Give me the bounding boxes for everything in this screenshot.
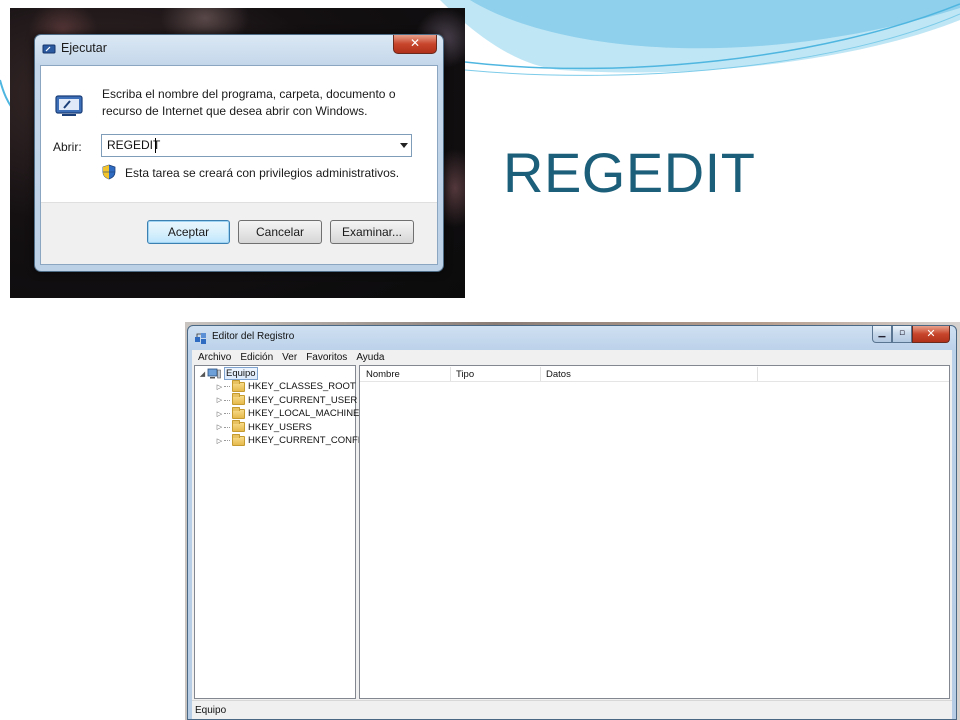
tree-connector xyxy=(224,426,230,428)
folder-icon xyxy=(232,393,245,405)
run-dialog-title: Ejecutar xyxy=(61,41,107,55)
open-input-value[interactable]: REGEDIT xyxy=(107,138,160,152)
run-icon xyxy=(42,44,56,54)
slide-title: REGEDIT xyxy=(503,141,756,204)
column-nombre[interactable]: Nombre xyxy=(366,369,400,380)
menu-archivo[interactable]: Archivo xyxy=(192,352,236,363)
collapsed-triangle-icon[interactable]: ▷ xyxy=(215,423,224,431)
close-icon[interactable]: ✕ xyxy=(393,35,437,54)
caption-buttons: ▁ ▫ ✕ xyxy=(872,326,950,343)
column-separator[interactable] xyxy=(540,367,541,381)
values-column-header: Nombre Tipo Datos xyxy=(360,366,949,382)
tree-key-label[interactable]: HKEY_USERS xyxy=(248,422,312,433)
menu-ver[interactable]: Ver xyxy=(278,352,302,363)
run-dialog-screenshot: Ejecutar ✕ Escriba el nombre del program… xyxy=(10,8,465,298)
registry-client-area: ◢ Equipo ▷ HKEY_CLASSES_ROOT ▷ HKEY_CURR… xyxy=(192,365,952,719)
tree-node-hkcu[interactable]: ▷ HKEY_CURRENT_USER xyxy=(215,393,357,407)
chevron-down-icon[interactable] xyxy=(400,143,408,148)
registry-editor-window: Editor del Registro ▁ ▫ ✕ Archivo Edició… xyxy=(187,325,957,720)
tree-node-hklm[interactable]: ▷ HKEY_LOCAL_MACHINE xyxy=(215,406,359,420)
tree-root-label[interactable]: Equipo xyxy=(224,367,258,380)
registry-titlebar[interactable]: Editor del Registro ▁ ▫ ✕ xyxy=(188,326,956,348)
tree-node-hku[interactable]: ▷ HKEY_USERS xyxy=(215,420,312,434)
collapsed-triangle-icon[interactable]: ▷ xyxy=(215,396,224,404)
expanded-triangle-icon[interactable]: ◢ xyxy=(198,370,207,378)
uac-shield-icon xyxy=(102,164,116,180)
column-tipo[interactable]: Tipo xyxy=(456,369,474,380)
folder-icon xyxy=(232,433,245,446)
folder-icon xyxy=(232,406,245,419)
status-bar: Equipo xyxy=(192,700,952,719)
run-description: Escriba el nombre del programa, carpeta,… xyxy=(102,87,396,118)
collapsed-triangle-icon[interactable]: ▷ xyxy=(215,410,224,418)
folder-icon xyxy=(232,379,245,392)
run-dialog-footer: Aceptar Cancelar Examinar... xyxy=(41,202,437,264)
tree-key-label[interactable]: HKEY_LOCAL_MACHINE xyxy=(248,408,359,419)
ok-button[interactable]: Aceptar xyxy=(147,220,230,244)
run-icon xyxy=(55,95,83,116)
computer-icon xyxy=(207,368,221,379)
tree-node-hkcc[interactable]: ▷ HKEY_CURRENT_CONFIG xyxy=(215,433,368,447)
menu-bar: Archivo Edición Ver Favoritos Ayuda xyxy=(192,350,952,365)
tree-key-label[interactable]: HKEY_CLASSES_ROOT xyxy=(248,381,356,392)
menu-edicion[interactable]: Edición xyxy=(236,352,278,363)
close-icon[interactable]: ✕ xyxy=(912,326,950,343)
tree-connector xyxy=(224,440,230,441)
browse-button[interactable]: Examinar... xyxy=(330,220,414,244)
open-combobox[interactable]: REGEDIT xyxy=(101,134,412,157)
collapsed-triangle-icon[interactable]: ▷ xyxy=(215,437,224,445)
collapsed-triangle-icon[interactable]: ▷ xyxy=(215,383,224,391)
menu-favoritos[interactable]: Favoritos xyxy=(302,352,352,363)
run-titlebar[interactable]: Ejecutar ✕ xyxy=(35,35,443,63)
tree-node-hkcr[interactable]: ▷ HKEY_CLASSES_ROOT xyxy=(215,379,356,393)
tree-key-label[interactable]: HKEY_CURRENT_CONFIG xyxy=(248,435,368,446)
minimize-icon[interactable]: ▁ xyxy=(872,326,892,343)
run-dialog: Ejecutar ✕ Escriba el nombre del program… xyxy=(34,34,444,272)
open-label: Abrir: xyxy=(53,140,82,154)
admin-privileges-note: Esta tarea se creará con privilegios adm… xyxy=(125,166,400,180)
registry-values-pane[interactable]: Nombre Tipo Datos xyxy=(359,365,950,699)
tree-connector xyxy=(224,386,230,387)
column-datos[interactable]: Datos xyxy=(546,369,571,380)
tree-connector xyxy=(224,413,230,414)
folder-icon xyxy=(232,420,245,432)
tree-node-root[interactable]: ◢ Equipo xyxy=(198,367,258,380)
menu-ayuda[interactable]: Ayuda xyxy=(352,352,389,363)
run-dialog-body: Escriba el nombre del programa, carpeta,… xyxy=(40,65,438,265)
tree-connector xyxy=(224,399,230,401)
cancel-button[interactable]: Cancelar xyxy=(238,220,322,244)
registry-editor-title: Editor del Registro xyxy=(212,331,295,342)
status-path: Equipo xyxy=(195,705,227,716)
registry-tree-pane[interactable]: ◢ Equipo ▷ HKEY_CLASSES_ROOT ▷ HKEY_CURR… xyxy=(194,365,368,699)
column-separator[interactable] xyxy=(757,367,758,381)
tree-key-label[interactable]: HKEY_CURRENT_USER xyxy=(248,395,357,406)
registry-editor-icon xyxy=(195,333,206,344)
column-separator[interactable] xyxy=(450,367,451,381)
text-caret xyxy=(155,138,156,153)
maximize-icon[interactable]: ▫ xyxy=(892,326,912,343)
